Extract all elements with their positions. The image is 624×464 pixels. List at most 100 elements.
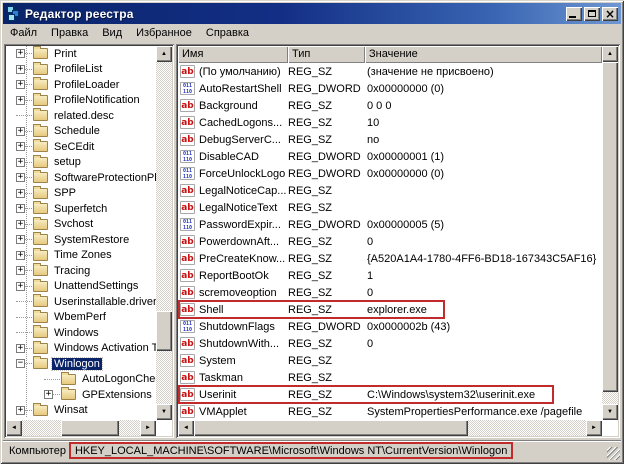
expand-icon[interactable]: + bbox=[16, 80, 25, 89]
tree-item-label: Winsat bbox=[52, 404, 90, 416]
list-hscroll-thumb[interactable] bbox=[194, 420, 468, 436]
tree-item-superfetch[interactable]: +Superfetch bbox=[6, 201, 156, 217]
tree-item-softwareprotectionpl[interactable]: +SoftwareProtectionPl bbox=[6, 170, 156, 186]
registry-value-row-passwordexpir[interactable]: 011 110PasswordExpir...REG_DWORD0x000000… bbox=[178, 216, 602, 233]
menu-item-справка[interactable]: Справка bbox=[199, 25, 256, 42]
expand-icon[interactable]: + bbox=[16, 220, 25, 229]
expand-icon[interactable]: + bbox=[16, 406, 25, 415]
expand-icon[interactable]: + bbox=[16, 282, 25, 291]
value-type: REG_SZ bbox=[286, 389, 363, 401]
maximize-button[interactable] bbox=[584, 7, 600, 21]
tree-item-wbemperf[interactable]: WbemPerf bbox=[6, 310, 156, 326]
tree-item-schedule[interactable]: +Schedule bbox=[6, 124, 156, 140]
minimize-button[interactable] bbox=[566, 7, 582, 21]
tree-item-winsat[interactable]: + Winsat bbox=[6, 403, 156, 419]
registry-value-row-system[interactable]: abSystemREG_SZ bbox=[178, 352, 602, 369]
list-vscroll-thumb[interactable] bbox=[602, 62, 618, 392]
expand-icon[interactable]: + bbox=[16, 142, 25, 151]
tree-horizontal-scrollbar[interactable]: ◄ ► bbox=[6, 420, 156, 436]
tree-vscroll-thumb[interactable] bbox=[156, 311, 172, 351]
expand-icon[interactable]: + bbox=[16, 204, 25, 213]
tree-item-windows-activation-t[interactable]: +Windows Activation T bbox=[6, 341, 156, 357]
scroll-up-icon[interactable]: ▲ bbox=[156, 46, 172, 62]
expand-icon[interactable]: + bbox=[16, 158, 25, 167]
registry-value-row-powerdownaft[interactable]: abPowerdownAft...REG_SZ0 bbox=[178, 233, 602, 250]
expand-icon[interactable]: + bbox=[16, 96, 25, 105]
registry-value-row-cachedlogons[interactable]: abCachedLogons...REG_SZ10 bbox=[178, 114, 602, 131]
menu-item-избранное[interactable]: Избранное bbox=[129, 25, 199, 42]
close-icon: × bbox=[605, 9, 615, 19]
tree-item-windows[interactable]: Windows bbox=[6, 325, 156, 341]
registry-value-row-userinit[interactable]: abUserinitREG_SZC:\Windows\system32\user… bbox=[178, 386, 602, 403]
tree-item-unattendsettings[interactable]: +UnattendSettings bbox=[6, 279, 156, 295]
tree-item-gpextensions[interactable]: +GPExtensions bbox=[6, 387, 156, 403]
scroll-up-icon[interactable]: ▲ bbox=[602, 46, 618, 62]
registry-value-row-taskman[interactable]: abTaskmanREG_SZ bbox=[178, 369, 602, 386]
tree-item-print[interactable]: +Print bbox=[6, 46, 156, 62]
expand-icon[interactable]: + bbox=[16, 65, 25, 74]
scroll-right-icon[interactable]: ► bbox=[140, 420, 156, 436]
tree-item-winlogon[interactable]: −Winlogon bbox=[6, 356, 156, 372]
tree-item-time-zones[interactable]: +Time Zones bbox=[6, 248, 156, 264]
tree-item-spp[interactable]: +SPP bbox=[6, 186, 156, 202]
registry-value-row-shell[interactable]: abShellREG_SZexplorer.exe bbox=[178, 301, 602, 318]
resize-grip[interactable] bbox=[607, 447, 620, 460]
tree-vertical-scrollbar[interactable]: ▲ ▼ bbox=[156, 46, 172, 420]
scroll-right-icon[interactable]: ► bbox=[586, 420, 602, 436]
tree-item-secedit[interactable]: +SeCEdit bbox=[6, 139, 156, 155]
expand-icon[interactable]: + bbox=[16, 266, 25, 275]
column-header-тип[interactable]: Тип bbox=[288, 46, 365, 63]
tree-item-tracing[interactable]: +Tracing bbox=[6, 263, 156, 279]
column-header-значение[interactable]: Значение bbox=[365, 46, 602, 63]
title-bar[interactable]: Редактор реестра × bbox=[3, 3, 621, 24]
registry-value-row-background[interactable]: abBackgroundREG_SZ0 0 0 bbox=[178, 97, 602, 114]
tree-item-profileloader[interactable]: +ProfileLoader bbox=[6, 77, 156, 93]
tree-item-systemrestore[interactable]: +SystemRestore bbox=[6, 232, 156, 248]
registry-value-row-precreateknow[interactable]: abPreCreateKnow...REG_SZ{A520A1A4-1780-4… bbox=[178, 250, 602, 267]
window-title: Редактор реестра bbox=[25, 7, 134, 21]
expand-icon[interactable]: + bbox=[16, 49, 25, 58]
tree-item-userinstallable-driver[interactable]: Userinstallable.driver bbox=[6, 294, 156, 310]
expand-icon[interactable]: + bbox=[16, 344, 25, 353]
value-type: REG_SZ bbox=[286, 100, 363, 112]
scroll-left-icon[interactable]: ◄ bbox=[178, 420, 194, 436]
expand-icon[interactable]: + bbox=[44, 390, 53, 399]
menu-item-вид[interactable]: Вид bbox=[95, 25, 129, 42]
tree-connector bbox=[16, 115, 32, 116]
registry-value-row-debugserverc[interactable]: abDebugServerC...REG_SZno bbox=[178, 131, 602, 148]
tree-item-profilenotification[interactable]: +ProfileNotification bbox=[6, 93, 156, 109]
expand-icon[interactable]: + bbox=[16, 251, 25, 260]
registry-value-row-autorestartshell[interactable]: 011 110AutoRestartShellREG_DWORD0x000000… bbox=[178, 80, 602, 97]
menu-item-файл[interactable]: Файл bbox=[3, 25, 44, 42]
expand-icon[interactable]: + bbox=[16, 189, 25, 198]
menu-item-правка[interactable]: Правка bbox=[44, 25, 95, 42]
tree-item-related-desc[interactable]: related.desc bbox=[6, 108, 156, 124]
collapse-icon[interactable]: − bbox=[16, 359, 25, 368]
tree-item-profilelist[interactable]: +ProfileList bbox=[6, 62, 156, 78]
expand-icon[interactable]: + bbox=[16, 235, 25, 244]
registry-value-row-scremoveoption[interactable]: abscremoveoptionREG_SZ0 bbox=[178, 284, 602, 301]
tree-item-autologonchecke[interactable]: AutoLogonChecke bbox=[6, 372, 156, 388]
tree-item-setup[interactable]: +setup bbox=[6, 155, 156, 171]
registry-value-row-reportbootok[interactable]: abReportBootOkREG_SZ1 bbox=[178, 267, 602, 284]
close-button[interactable]: × bbox=[602, 7, 618, 21]
registry-value-row-по-умолчанию[interactable]: ab(По умолчанию)REG_SZ(значение не присв… bbox=[178, 63, 602, 80]
status-computer-label: Компьютер bbox=[9, 445, 66, 457]
tree-hscroll-thumb[interactable] bbox=[61, 420, 119, 436]
registry-value-row-forceunlocklogon[interactable]: 011 110ForceUnlockLogonREG_DWORD0x000000… bbox=[178, 165, 602, 182]
registry-value-row-disablecad[interactable]: 011 110DisableCADREG_DWORD0x00000001 (1) bbox=[178, 148, 602, 165]
expand-icon[interactable]: + bbox=[16, 173, 25, 182]
registry-value-row-vmapplet[interactable]: abVMAppletREG_SZSystemPropertiesPerforma… bbox=[178, 403, 602, 420]
registry-value-row-shutdownflags[interactable]: 011 110ShutdownFlagsREG_DWORD0x0000002b … bbox=[178, 318, 602, 335]
list-vertical-scrollbar[interactable]: ▲ ▼ bbox=[602, 46, 618, 420]
tree-item-svchost[interactable]: +Svchost bbox=[6, 217, 156, 233]
registry-value-row-shutdownwith[interactable]: abShutdownWith...REG_SZ0 bbox=[178, 335, 602, 352]
registry-value-row-legalnoticecap[interactable]: abLegalNoticeCap...REG_SZ bbox=[178, 182, 602, 199]
column-header-имя[interactable]: Имя bbox=[178, 46, 288, 63]
scroll-down-icon[interactable]: ▼ bbox=[156, 404, 172, 420]
expand-icon[interactable]: + bbox=[16, 127, 25, 136]
list-horizontal-scrollbar[interactable]: ◄ ► bbox=[178, 420, 602, 436]
registry-value-row-legalnoticetext[interactable]: abLegalNoticeTextREG_SZ bbox=[178, 199, 602, 216]
scroll-down-icon[interactable]: ▼ bbox=[602, 404, 618, 420]
scroll-left-icon[interactable]: ◄ bbox=[6, 420, 22, 436]
